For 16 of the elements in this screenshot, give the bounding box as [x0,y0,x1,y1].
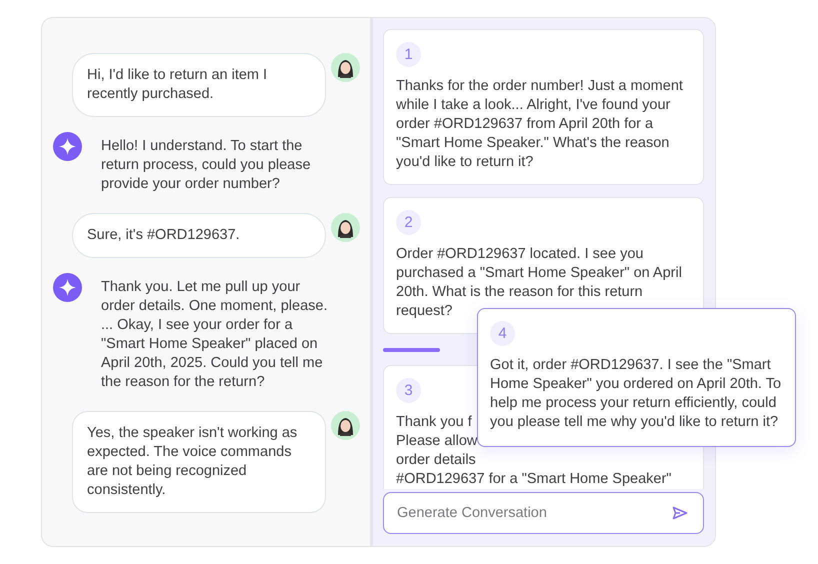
user-message: Yes, the speaker isn't working as expected. The voice commands are not being recognized consistently. [72,411,326,513]
response-text-line: Thank you f [396,413,472,432]
response-text-line: #ORD129637 for a "Smart Home Speaker" [396,470,672,489]
response-number: 3 [396,378,421,403]
response-text: Thanks for the order number! Just a moment while I take a look... Alright, I've found your order #ORD129637 from April 20th for a "Smart Home Speaker." What's the reason you'd like to return it? [396,77,683,172]
response-number: 4 [490,321,515,346]
user-message: Hi, I'd like to return an item I recently purchased. [72,53,326,117]
response-text: Got it, order #ORD129637. I see the "Smart Home Speaker" you ordered on April 20th. To help me process your return efficiently, could you please tell me why you'd like to return it? [490,356,782,432]
response-number: 2 [396,210,421,235]
assistant-message: Thank you. Let me pull up your order details. One moment, please. ... Okay, I see your order for a "Smart Home Speaker" placed on April 20th, 2025. Could you tell me the reason for the return? [101,278,328,392]
response-text-line: Please allow [396,432,478,451]
assistant-message: Hello! I understand. To start the return process, could you please provide your order number? [101,137,312,194]
user-message: Sure, it's #ORD129637. [72,213,326,258]
response-text: Order #ORD129637 located. I see you purchased a "Smart Home Speaker" on April 20th. What is the reason for this return request? [396,245,683,321]
response-text-line: order details [396,451,476,470]
response-number: 1 [396,42,421,67]
